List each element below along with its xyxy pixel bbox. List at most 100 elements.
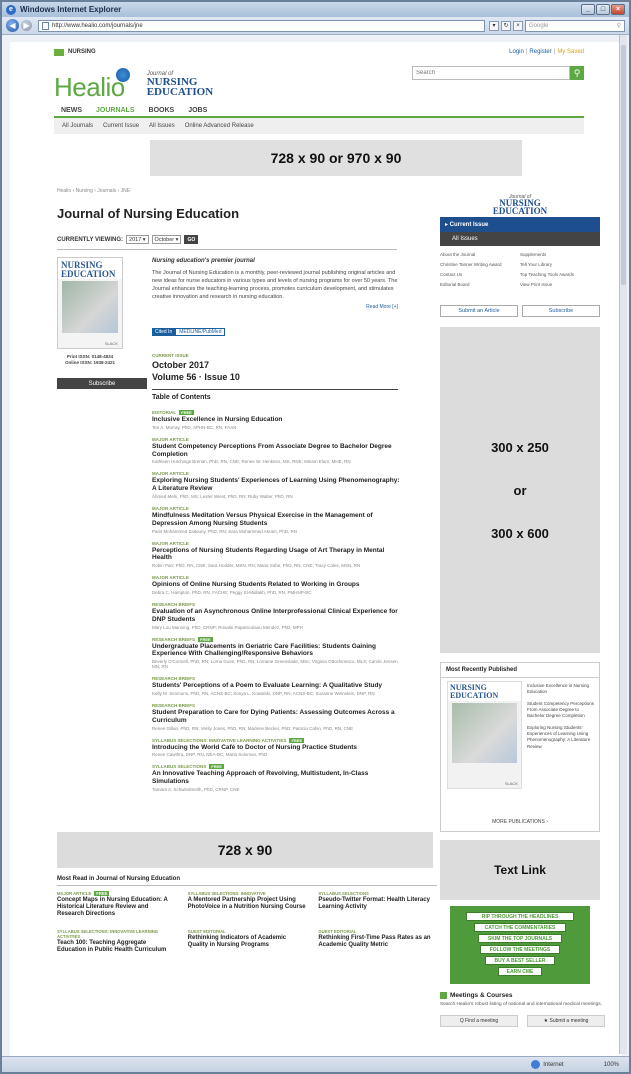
sidebar-link[interactable]: About the Journal bbox=[440, 252, 520, 257]
most-read-title-link[interactable]: A Mentored Partnership Project Using Pho… bbox=[188, 897, 307, 911]
sidebar-item-current-issue[interactable]: ▸ Current Issue bbox=[440, 217, 600, 232]
address-bar[interactable]: http://www.healio.com/journals/jne bbox=[38, 19, 485, 32]
most-read-item[interactable]: SYLLABUS SELECTIONS: INNOVATIVE LEARNING… bbox=[57, 929, 176, 954]
toc-title-link[interactable]: An Innovative Teaching Approach of Revol… bbox=[152, 770, 402, 786]
security-zone[interactable]: Internet bbox=[531, 1060, 564, 1069]
subnav-all-issues[interactable]: All Issues bbox=[149, 123, 175, 129]
toc-title-link[interactable]: Inclusive Excellence in Nursing Educatio… bbox=[152, 416, 402, 424]
nav-jobs[interactable]: JOBS bbox=[181, 107, 214, 116]
toc-item[interactable]: MAJOR ARTICLE Student Competency Percepti… bbox=[152, 437, 402, 465]
sidebar-link[interactable]: Editorial Board bbox=[440, 282, 520, 287]
subscribe-button[interactable]: Subscribe bbox=[57, 378, 147, 389]
maximize-button[interactable]: □ bbox=[596, 4, 610, 15]
nav-journals[interactable]: JOURNALS bbox=[89, 107, 142, 116]
zoom-level[interactable]: 100% bbox=[604, 1062, 619, 1068]
journal-logo[interactable]: Journal of NURSING EDUCATION bbox=[147, 71, 213, 98]
most-read-title-link[interactable]: Pseudo-Twitter Format: Health Literacy L… bbox=[318, 897, 437, 911]
toc-title-link[interactable]: Undergraduate Placements in Geriatric Ca… bbox=[152, 643, 402, 659]
login-link[interactable]: Login bbox=[509, 49, 524, 55]
list-item[interactable]: Exploring Nursing Students' Experiences … bbox=[527, 725, 595, 749]
find-meeting-button[interactable]: Q Find a meeting bbox=[440, 1014, 518, 1027]
sidebar-link[interactable]: View Print Issue bbox=[520, 282, 600, 287]
sidebar-subscribe-button[interactable]: Subscribe bbox=[522, 305, 600, 317]
toc-item[interactable]: MAJOR ARTICLE Mindfulness Meditation Vers… bbox=[152, 506, 402, 534]
scrollbar-thumb[interactable] bbox=[621, 45, 626, 285]
vertical-scrollbar[interactable] bbox=[619, 35, 627, 1054]
most-read-category: SYLLABUS SELECTIONS bbox=[318, 891, 369, 896]
most-read-title-link[interactable]: Rethinking Indicators of Academic Qualit… bbox=[188, 935, 307, 949]
submit-article-button[interactable]: Submit an Article bbox=[440, 305, 518, 317]
browser-search-input[interactable]: Google ⚲ bbox=[525, 19, 625, 32]
sidebar-link[interactable]: Top Teaching Tools Awards bbox=[520, 272, 600, 277]
toc-item[interactable]: MAJOR ARTICLE Opinions of Online Nursing … bbox=[152, 575, 402, 595]
year-select[interactable]: 2017 ▾ bbox=[126, 235, 149, 244]
subnav-online-advanced-release[interactable]: Online Advanced Release bbox=[185, 123, 254, 129]
mrp-cover[interactable]: NURSING EDUCATION SLACK bbox=[447, 681, 522, 789]
register-link[interactable]: Register bbox=[529, 49, 551, 55]
most-read-item[interactable]: GUEST EDITORIAL Rethinking Indicators of … bbox=[188, 929, 307, 954]
minimize-button[interactable]: _ bbox=[581, 4, 595, 15]
journal-cover[interactable]: NURSING EDUCATION SLACK bbox=[57, 257, 123, 349]
toc-item[interactable]: SYLLABUS SELECTIONS: INNOVATIVE LEARNING… bbox=[152, 737, 402, 757]
toc-category: RESEARCH BRIEFS bbox=[152, 601, 196, 607]
toc-title-link[interactable]: Exploring Nursing Students' Experiences … bbox=[152, 477, 402, 493]
toc-title-link[interactable]: Introducing the World Café to Doctor of … bbox=[152, 744, 402, 752]
toc-title-link[interactable]: Mindfulness Meditation Versus Physical E… bbox=[152, 512, 402, 528]
most-read-title-link[interactable]: Teach 100: Teaching Aggregate Education … bbox=[57, 940, 176, 954]
breadcrumb[interactable]: Healio › Nursing › Journals › JNE bbox=[57, 188, 130, 194]
most-read-title-link[interactable]: Rethinking First-Time Pass Rates as an A… bbox=[318, 935, 437, 949]
submit-meeting-button[interactable]: ★ Submit a meeting bbox=[527, 1014, 605, 1027]
search-icon[interactable]: ⚲ bbox=[617, 22, 621, 29]
sidebar-link[interactable]: Contact Us bbox=[440, 272, 520, 277]
read-more-link[interactable]: Read More [+] bbox=[152, 304, 398, 311]
toc-title-link[interactable]: Opinions of Online Nursing Students Rela… bbox=[152, 581, 402, 589]
toc-item[interactable]: MAJOR ARTICLE Exploring Nursing Students'… bbox=[152, 471, 402, 499]
go-button[interactable]: GO bbox=[184, 235, 199, 244]
toc-item[interactable]: SYLLABUS SELECTIONS FREE An Innovative Tea… bbox=[152, 764, 402, 792]
list-item[interactable]: Student Competency Perceptions From Asso… bbox=[527, 701, 595, 719]
dropdown-icon[interactable]: ▾ bbox=[489, 20, 499, 31]
most-read-item[interactable]: SYLLABUS SELECTIONS Pseudo-Twitter Format… bbox=[318, 891, 437, 919]
section-tag[interactable]: NURSING bbox=[54, 48, 96, 56]
toc-item[interactable]: MAJOR ARTICLE Perceptions of Nursing Stud… bbox=[152, 541, 402, 569]
most-read-title-link[interactable]: Concept Maps in Nursing Education: A His… bbox=[57, 897, 176, 919]
stop-icon[interactable]: × bbox=[513, 20, 523, 31]
toc-title-link[interactable]: Students' Perceptions of a Poem to Evalu… bbox=[152, 682, 402, 690]
toc-title-link[interactable]: Student Competency Perceptions From Asso… bbox=[152, 443, 402, 459]
sidebar-link[interactable]: Supplements bbox=[520, 252, 600, 257]
free-badge: FREE bbox=[179, 410, 194, 415]
forward-button[interactable]: ▶ bbox=[21, 20, 32, 31]
toc-title-link[interactable]: Evaluation of an Asynchronous Online Int… bbox=[152, 608, 402, 624]
sidebar-link[interactable]: Christine Tanner Writing Award bbox=[440, 262, 520, 267]
most-read-item[interactable]: MAJOR ARTICLE FREE Concept Maps in Nursing… bbox=[57, 891, 176, 919]
subnav-current-issue[interactable]: Current Issue bbox=[103, 123, 139, 129]
toc-item[interactable]: EDITORIAL FREE Inclusive Excellence in Nur… bbox=[152, 410, 402, 430]
page-icon bbox=[42, 21, 49, 30]
back-button[interactable]: ◀ bbox=[6, 19, 19, 32]
cme-ad-banner[interactable]: RIP THROUGH THE HEADLINES CATCH THE COMM… bbox=[450, 906, 590, 984]
toc-item[interactable]: RESEARCH BRIEFS Students' Perceptions of … bbox=[152, 676, 402, 696]
list-item[interactable]: Inclusive Excellence in Nursing Educatio… bbox=[527, 683, 595, 695]
most-read-item[interactable]: GUEST EDITORIAL Rethinking First-Time Pas… bbox=[318, 929, 437, 954]
close-button[interactable]: × bbox=[611, 4, 625, 15]
toc-item[interactable]: RESEARCH BRIEFS Student Preparation to Ca… bbox=[152, 703, 402, 731]
toc-title-link[interactable]: Perceptions of Nursing Students Regardin… bbox=[152, 547, 402, 563]
most-read-item[interactable]: SYLLABUS SELECTIONS: INNOVATIVE A Mentore… bbox=[188, 891, 307, 919]
search-submit-icon[interactable]: ⚲ bbox=[570, 66, 584, 80]
healio-logo[interactable]: Healio bbox=[54, 74, 125, 100]
site-search-input[interactable] bbox=[412, 66, 570, 80]
toc-item[interactable]: RESEARCH BRIEFS FREE Undergraduate Placeme… bbox=[152, 636, 402, 669]
sidebar-link[interactable]: Tell Your Library bbox=[520, 262, 600, 267]
month-select[interactable]: October ▾ bbox=[151, 235, 182, 244]
sidebar-journal-logo[interactable]: Journal of NURSING EDUCATION bbox=[440, 192, 600, 218]
my-saved-link[interactable]: My Saved bbox=[557, 49, 584, 55]
more-publications-link[interactable]: MORE PUBLICATIONS › bbox=[441, 819, 599, 825]
nav-books[interactable]: BOOKS bbox=[142, 107, 182, 116]
toc-item[interactable]: RESEARCH BRIEFS Evaluation of an Asynchro… bbox=[152, 602, 402, 630]
subnav-all-journals[interactable]: All Journals bbox=[62, 123, 93, 129]
sidebar-item-all-issues[interactable]: All Issues bbox=[440, 232, 600, 246]
nav-news[interactable]: NEWS bbox=[54, 107, 89, 116]
refresh-icon[interactable]: ↻ bbox=[501, 20, 511, 31]
cited-in-badge: Cited In MEDLINE/PubMed bbox=[152, 328, 226, 336]
toc-title-link[interactable]: Student Preparation to Care for Dying Pa… bbox=[152, 709, 402, 725]
